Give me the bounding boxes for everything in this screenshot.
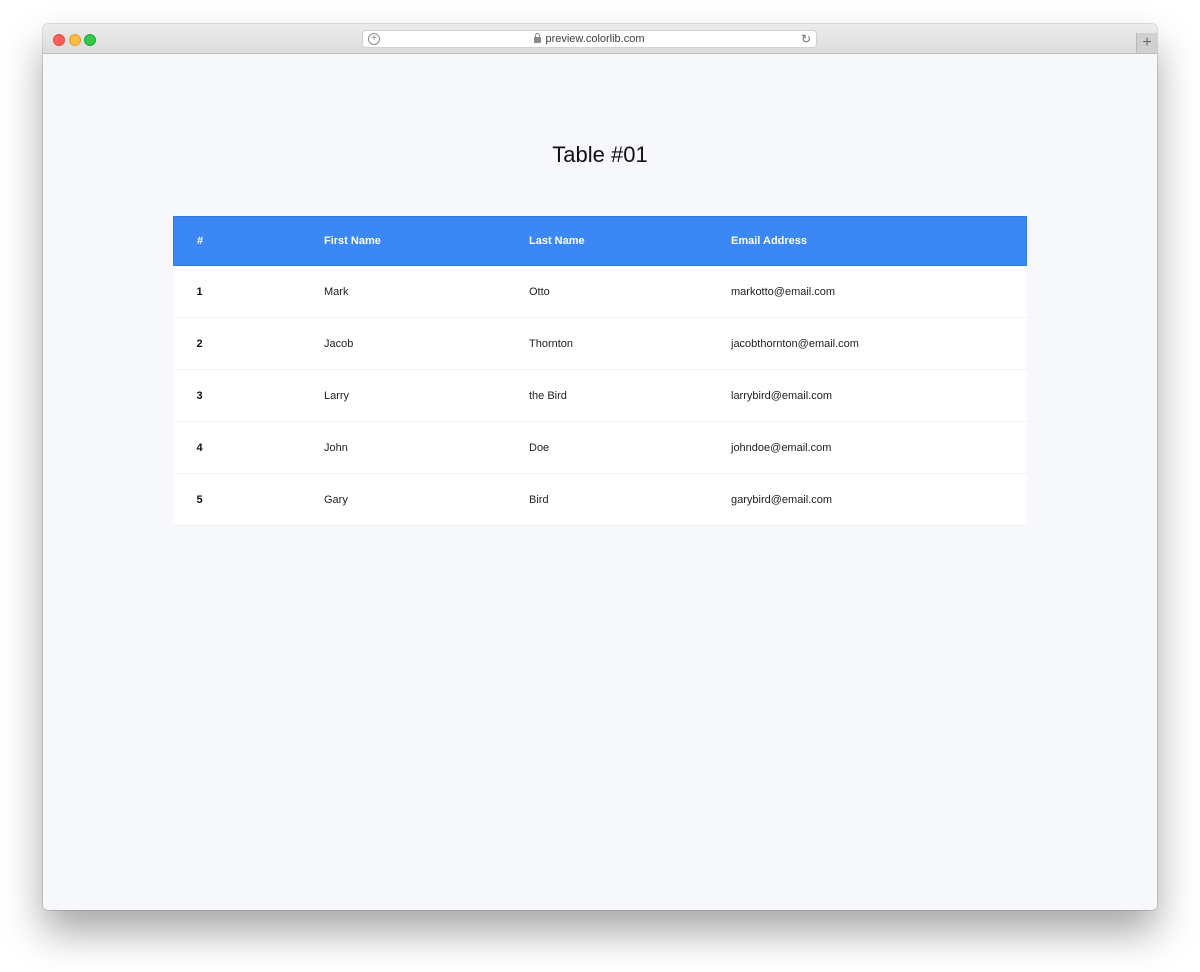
cell-email: garybird@email.com bbox=[731, 493, 833, 506]
column-header-last-name: Last Name bbox=[529, 235, 585, 247]
table-row: 1 Mark Otto markotto@email.com bbox=[173, 266, 1027, 318]
page-content: Table #01 # First Name Last Name Email A… bbox=[43, 54, 1157, 910]
cell-number: 5 bbox=[196, 493, 203, 506]
cell-number: 4 bbox=[196, 441, 203, 454]
column-header-email: Email Address bbox=[731, 235, 808, 247]
table-row: 5 Gary Bird garybird@email.com bbox=[173, 474, 1027, 526]
cell-first-name: Gary bbox=[324, 493, 348, 506]
cell-last-name: Bird bbox=[529, 493, 549, 506]
reload-icon[interactable]: ↻ bbox=[801, 32, 811, 46]
column-header-number: # bbox=[197, 235, 204, 247]
cell-first-name: Jacob bbox=[324, 337, 354, 350]
column-header-first-name: First Name bbox=[324, 235, 381, 247]
cell-email: larrybird@email.com bbox=[731, 389, 833, 402]
table-row: 2 Jacob Thornton jacobthornton@email.com bbox=[173, 318, 1027, 370]
close-window-button[interactable] bbox=[53, 34, 65, 46]
cell-email: johndoe@email.com bbox=[731, 441, 832, 454]
table-row: 4 John Doe johndoe@email.com bbox=[173, 422, 1027, 474]
cell-email: jacobthornton@email.com bbox=[731, 337, 859, 350]
table-header-row: # First Name Last Name Email Address bbox=[173, 216, 1027, 266]
minimize-window-button[interactable] bbox=[69, 34, 81, 46]
cell-last-name: Doe bbox=[529, 441, 550, 454]
browser-window: + preview.colorlib.com ↻ + Table #01 # F… bbox=[43, 24, 1157, 910]
zoom-window-button[interactable] bbox=[84, 34, 96, 46]
cell-first-name: Larry bbox=[324, 389, 350, 402]
address-bar[interactable]: + preview.colorlib.com ↻ bbox=[362, 30, 817, 48]
data-table: # First Name Last Name Email Address 1 M… bbox=[173, 216, 1027, 526]
cell-last-name: the Bird bbox=[529, 389, 567, 402]
new-tab-button[interactable]: + bbox=[1136, 33, 1157, 53]
cell-number: 2 bbox=[196, 337, 203, 350]
page-title: Table #01 bbox=[552, 142, 648, 167]
url-display[interactable]: preview.colorlib.com bbox=[363, 33, 816, 46]
cell-first-name: John bbox=[324, 441, 348, 454]
cell-number: 1 bbox=[196, 285, 203, 298]
cell-last-name: Otto bbox=[529, 285, 550, 298]
cell-email: markotto@email.com bbox=[731, 285, 836, 298]
cell-last-name: Thornton bbox=[529, 337, 574, 350]
title-bar: + preview.colorlib.com ↻ + bbox=[43, 24, 1157, 54]
table-row: 3 Larry the Bird larrybird@email.com bbox=[173, 370, 1027, 422]
lock-icon bbox=[534, 33, 542, 43]
cell-first-name: Mark bbox=[324, 285, 349, 298]
url-text: preview.colorlib.com bbox=[545, 33, 645, 45]
cell-number: 3 bbox=[196, 389, 203, 402]
